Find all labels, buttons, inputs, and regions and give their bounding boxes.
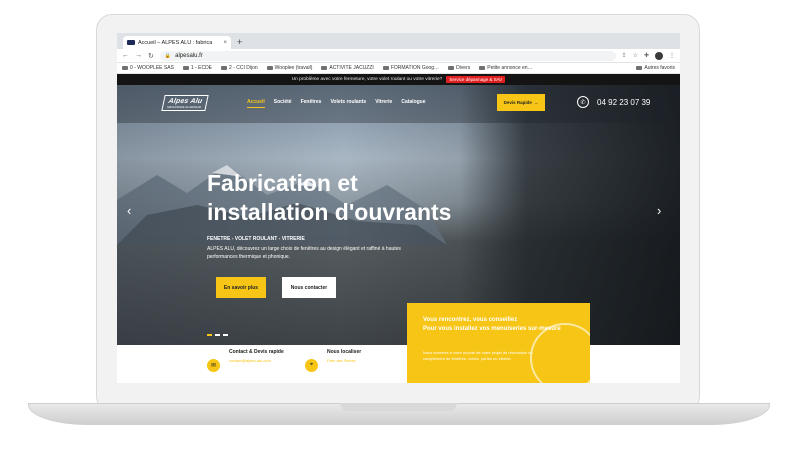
- slider-prev-icon[interactable]: ‹: [127, 203, 131, 218]
- bookmark-label: 2 - CCI Dijon: [229, 65, 258, 71]
- bookmark-label: 1 - ECDE: [190, 65, 213, 71]
- announcement-bar: Un problème avec votre fermeture, votre …: [117, 74, 680, 85]
- lock-icon: 🔒: [164, 52, 172, 59]
- conseil-panel: Vous rencontrez, vous conseillez Pour vo…: [407, 303, 590, 383]
- feature-link[interactable]: contact@alpes-alu.com: [229, 358, 271, 364]
- feature-link[interactable]: Parc des Serres: [327, 358, 356, 364]
- hero-headline: Fabrication et installation d'ouvrants: [207, 169, 487, 227]
- email-icon: ✉: [207, 359, 220, 372]
- logo-sub: MENUISERIE ALUMINIUM: [166, 104, 202, 109]
- extension-icon[interactable]: ✚: [644, 52, 649, 59]
- bookmark-folder[interactable]: Wooplee (travail): [266, 65, 313, 71]
- folder-icon: [266, 66, 273, 70]
- folder-icon: [479, 66, 486, 70]
- slider-dot[interactable]: [223, 334, 228, 336]
- bookmark-folder[interactable]: FORMATION Goog…: [382, 65, 440, 71]
- bookmark-label: Divers: [456, 65, 471, 71]
- folder-icon: [182, 66, 189, 70]
- phone-number[interactable]: 04 92 23 07 39: [597, 98, 650, 107]
- folder-icon: [636, 66, 643, 70]
- menu-item-vitrerie[interactable]: Vitrerie: [375, 99, 392, 108]
- bookmark-label: Petite annonce en…: [487, 65, 533, 71]
- back-icon[interactable]: ←: [122, 52, 129, 59]
- menu-item-catalogue[interactable]: Catalogue: [401, 99, 425, 108]
- phone-icon: ✆: [577, 96, 589, 108]
- bookmark-star-icon[interactable]: ☆: [633, 52, 638, 59]
- headline-line2: installation d'ouvrants: [207, 199, 452, 225]
- conseil-text: Nous sommes à votre écoute de votre proj…: [423, 350, 533, 361]
- menu-item-volets[interactable]: Volets roulants: [330, 99, 366, 108]
- logo-main: Alpes Alu: [167, 97, 204, 105]
- bookmark-label: Autres favoris: [644, 65, 675, 71]
- slider-next-icon[interactable]: ›: [657, 203, 661, 218]
- features-section: ✉ Contact & Devis rapide contact@alpes-a…: [117, 345, 680, 383]
- profile-avatar[interactable]: [655, 51, 663, 60]
- folder-icon: [321, 66, 328, 70]
- devis-label: Devis Rapide: [503, 100, 532, 105]
- feature-title: Contact & Devis rapide: [229, 349, 284, 355]
- slider-dot[interactable]: [207, 334, 212, 336]
- bookmark-folder[interactable]: 0 - WOOPLEE SAS: [122, 65, 174, 71]
- new-tab-button[interactable]: +: [237, 36, 242, 49]
- bookmark-folder[interactable]: Petite annonce en…: [479, 65, 533, 71]
- other-bookmarks[interactable]: Autres favoris: [636, 65, 675, 71]
- nous-contacter-button[interactable]: Nous contacter: [282, 277, 336, 298]
- headline-line1: Fabrication et: [207, 170, 358, 196]
- address-bar: ← → ↻ 🔒 alpesalu.fr ⇪ ☆ ✚ ⋮: [117, 49, 680, 63]
- devis-rapide-button[interactable]: Devis Rapide →: [497, 94, 545, 111]
- bookmark-folder[interactable]: ACTIVITE JACUZZI: [321, 65, 374, 71]
- laptop-screen: Accueil – ALPES ALU : fabrica × + ← → ↻ …: [117, 33, 680, 383]
- menu-item-fenetres[interactable]: Fenêtres: [301, 99, 322, 108]
- hero-section: Alpes Alu MENUISERIE ALUMINIUM Accueil S…: [117, 85, 680, 347]
- main-menu: Accueil Société Fenêtres Volets roulants…: [247, 99, 426, 108]
- hero-subtitle: FENETRE - VOLET ROULANT - VITRERIE: [207, 236, 305, 242]
- en-savoir-plus-button[interactable]: En savoir plus: [216, 277, 266, 298]
- folder-icon: [221, 66, 228, 70]
- feature-title: Nous localiser: [327, 349, 362, 355]
- announcement-text: Un problème avec votre fermeture, votre …: [291, 77, 443, 82]
- favicon-icon: [127, 40, 135, 45]
- browser-tab[interactable]: Accueil – ALPES ALU : fabrica ×: [123, 36, 231, 49]
- slider-dots: [207, 334, 228, 336]
- service-sav-button[interactable]: Service dépannage & SAV: [446, 76, 506, 83]
- laptop-notch: [340, 403, 457, 411]
- bookmark-folder[interactable]: Divers: [448, 65, 470, 71]
- bookmarks-bar: 0 - WOOPLEE SAS 1 - ECDE 2 - CCI Dijon W…: [117, 63, 680, 74]
- forward-icon[interactable]: →: [135, 52, 142, 59]
- tab-title: Accueil – ALPES ALU : fabrica: [138, 39, 213, 46]
- menu-item-societe[interactable]: Société: [274, 99, 292, 108]
- url-field[interactable]: 🔒 alpesalu.fr: [159, 50, 616, 61]
- bookmark-label: 0 - WOOPLEE SAS: [130, 65, 174, 71]
- folder-icon: [122, 66, 128, 70]
- share-icon[interactable]: ⇪: [622, 52, 627, 59]
- tab-close-icon[interactable]: ×: [223, 40, 227, 46]
- conseil-title: Vous rencontrez, vous conseillez Pour vo…: [423, 317, 561, 332]
- menu-dots-icon[interactable]: ⋮: [669, 52, 675, 59]
- menu-item-accueil[interactable]: Accueil: [247, 99, 265, 108]
- hero-description: ALPES ALU, découvrez un large choix de f…: [207, 246, 401, 260]
- slider-dot[interactable]: [215, 334, 220, 336]
- site-header: Alpes Alu MENUISERIE ALUMINIUM Accueil S…: [117, 85, 680, 123]
- location-icon: ⌖: [305, 359, 318, 372]
- bookmark-label: Wooplee (travail): [274, 65, 313, 71]
- folder-icon: [382, 66, 389, 70]
- reload-icon[interactable]: ↻: [148, 52, 154, 60]
- bookmark-label: ACTIVITE JACUZZI: [329, 65, 374, 71]
- arrow-right-icon: →: [533, 100, 539, 105]
- site-logo[interactable]: Alpes Alu MENUISERIE ALUMINIUM: [161, 95, 209, 111]
- bookmark-folder[interactable]: 2 - CCI Dijon: [221, 65, 258, 71]
- url-text: alpesalu.fr: [175, 52, 203, 59]
- bookmark-label: FORMATION Goog…: [390, 65, 440, 71]
- browser-tabbar: Accueil – ALPES ALU : fabrica × +: [117, 33, 680, 49]
- folder-icon: [448, 66, 455, 70]
- bookmark-folder[interactable]: 1 - ECDE: [182, 65, 213, 71]
